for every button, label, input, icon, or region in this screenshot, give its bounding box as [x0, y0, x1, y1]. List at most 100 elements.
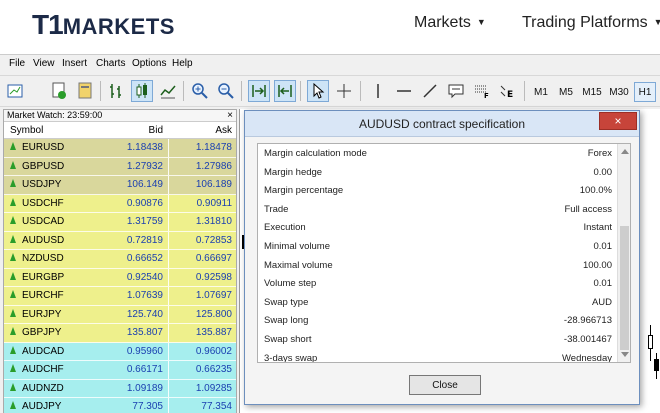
column-divider	[168, 157, 169, 175]
profiles-icon[interactable]	[48, 80, 70, 102]
market-watch-row[interactable]: EURJPY 125.740 125.800	[4, 305, 236, 324]
symbol-name: NZDUSD	[22, 253, 64, 264]
symbol-name: USDCHF	[22, 197, 64, 209]
vertical-line-icon[interactable]	[367, 80, 389, 102]
bid-price: 0.92540	[126, 271, 163, 283]
market-watch-row[interactable]: EURUSD 1.18438 1.18478	[4, 139, 236, 158]
timeframe-m5[interactable]: M5	[554, 82, 578, 102]
column-bid[interactable]: Bid	[149, 125, 163, 136]
market-watch-close-icon[interactable]: ×	[227, 110, 233, 121]
market-watch-row[interactable]: AUDNZD 1.09189 1.09285	[4, 379, 236, 398]
market-watch-row[interactable]: GBPJPY 135.807 135.887	[4, 324, 236, 343]
specification-value: Full access	[564, 203, 612, 215]
market-watch-row[interactable]: USDCHF 0.90876 0.90911	[4, 194, 236, 213]
chart-shift-icon[interactable]	[274, 80, 296, 102]
line-chart-icon[interactable]	[157, 80, 179, 102]
column-ask[interactable]: Ask	[215, 125, 232, 136]
menu-help[interactable]: Help	[172, 58, 193, 69]
specification-key: Minimal volume	[264, 241, 330, 252]
specification-row: Margin calculation mode Forex	[258, 145, 618, 164]
column-divider	[168, 231, 169, 249]
candlestick-icon[interactable]	[131, 80, 153, 102]
up-arrow-icon	[10, 197, 16, 206]
specification-value: -28.966713	[563, 315, 612, 327]
column-symbol[interactable]: Symbol	[10, 125, 43, 136]
caret-down-icon: ▼	[476, 17, 486, 27]
column-divider	[168, 139, 169, 157]
timeframe-h1[interactable]: H1	[634, 82, 656, 102]
ask-price: 106.189	[195, 179, 232, 190]
crosshair-icon[interactable]	[333, 80, 355, 102]
zoom-in-icon[interactable]	[189, 80, 211, 102]
menu-options[interactable]: Options	[132, 58, 166, 69]
nav-trading-platforms[interactable]: Trading Platforms ▼	[522, 14, 660, 32]
svg-text:F: F	[484, 92, 489, 99]
bid-price: 0.90876	[126, 197, 163, 209]
horizontal-line-icon[interactable]	[393, 80, 415, 102]
column-divider	[168, 250, 169, 268]
auto-scroll-icon[interactable]	[248, 80, 270, 102]
scroll-up-icon[interactable]	[621, 149, 629, 154]
bid-price: 1.31759	[126, 216, 163, 227]
market-watch-row[interactable]: AUDJPY 77.305 77.354	[4, 398, 236, 413]
specification-value: AUD	[591, 296, 612, 308]
scroll-thumb[interactable]	[620, 226, 629, 350]
specification-row: 3-days swap Wednesday	[258, 350, 618, 362]
data-window-icon[interactable]	[74, 80, 96, 102]
timeframe-m15[interactable]: M15	[579, 82, 605, 102]
column-divider	[168, 287, 169, 305]
cursor-icon[interactable]	[307, 80, 329, 102]
bar-chart-icon[interactable]	[105, 80, 127, 102]
ask-price: 1.18478	[195, 142, 232, 153]
fibonacci-icon[interactable]: F	[471, 80, 493, 102]
market-watch-row[interactable]: AUDCAD 0.95960 0.96002	[4, 342, 236, 361]
up-arrow-icon	[10, 327, 16, 335]
market-watch-row[interactable]: AUDCHF 0.66171 0.66235	[4, 361, 236, 380]
menu-charts[interactable]: Charts	[96, 58, 125, 69]
timeframe-m1[interactable]: M1	[529, 82, 553, 102]
zoom-out-icon[interactable]	[215, 80, 237, 102]
symbol-name: GBPJPY	[22, 327, 62, 338]
symbol-name: USDCAD	[22, 216, 65, 227]
menu-insert[interactable]: Insert	[62, 58, 87, 69]
bid-price: 125.740	[126, 308, 163, 320]
objects-icon[interactable]: E	[497, 80, 519, 102]
close-button[interactable]: Close	[409, 375, 481, 395]
market-watch-row[interactable]: EURCHF 1.07639 1.07697	[4, 287, 236, 306]
specification-row: Margin hedge 0.00	[258, 164, 618, 183]
market-watch-row[interactable]: GBPUSD 1.27932 1.27986	[4, 157, 236, 176]
market-watch-row[interactable]: AUDUSD 0.72819 0.72853	[4, 231, 236, 250]
market-watch-row[interactable]: USDJPY 106.149 106.189	[4, 176, 236, 195]
up-arrow-icon	[10, 179, 16, 187]
ask-price: 0.92598	[195, 271, 232, 283]
ask-price: 0.66235	[195, 364, 232, 375]
menu-view[interactable]: View	[33, 58, 55, 69]
specification-row: Execution Instant	[258, 219, 618, 238]
market-watch-row[interactable]: USDCAD 1.31759 1.31810	[4, 213, 236, 232]
new-chart-icon[interactable]	[6, 80, 28, 102]
menu-file[interactable]: File	[9, 58, 25, 69]
menu-bar: File View Insert Charts Options Help	[0, 55, 660, 72]
trend-line-icon[interactable]	[419, 80, 441, 102]
dialog-title: AUDUSD contract specification	[358, 117, 526, 131]
toolbar-separator	[241, 81, 242, 101]
specification-value: 0.01	[593, 278, 613, 290]
dialog-title-bar: AUDUSD contract specification ×	[245, 111, 639, 137]
bid-price: 1.27932	[126, 160, 163, 172]
market-watch-row[interactable]: NZDUSD 0.66652 0.66697	[4, 250, 236, 269]
bid-price: 135.807	[126, 327, 163, 338]
text-label-icon[interactable]	[445, 80, 467, 102]
nav-markets[interactable]: Markets ▼	[414, 14, 486, 32]
specification-scrollbar[interactable]	[617, 144, 630, 362]
scroll-down-icon[interactable]	[621, 352, 629, 357]
timeframe-m30[interactable]: M30	[606, 82, 632, 102]
up-arrow-icon	[10, 216, 16, 224]
dialog-close-icon[interactable]: ×	[599, 112, 637, 130]
symbol-name: AUDCAD	[22, 345, 65, 357]
nav-trading-platforms-label: Trading Platforms	[522, 14, 648, 31]
column-divider	[168, 194, 169, 212]
up-arrow-icon	[10, 382, 16, 391]
market-watch-row[interactable]: EURGBP 0.92540 0.92598	[4, 268, 236, 287]
column-divider	[168, 379, 169, 397]
t1-markets-logo[interactable]: T1MARKETS	[32, 9, 175, 41]
